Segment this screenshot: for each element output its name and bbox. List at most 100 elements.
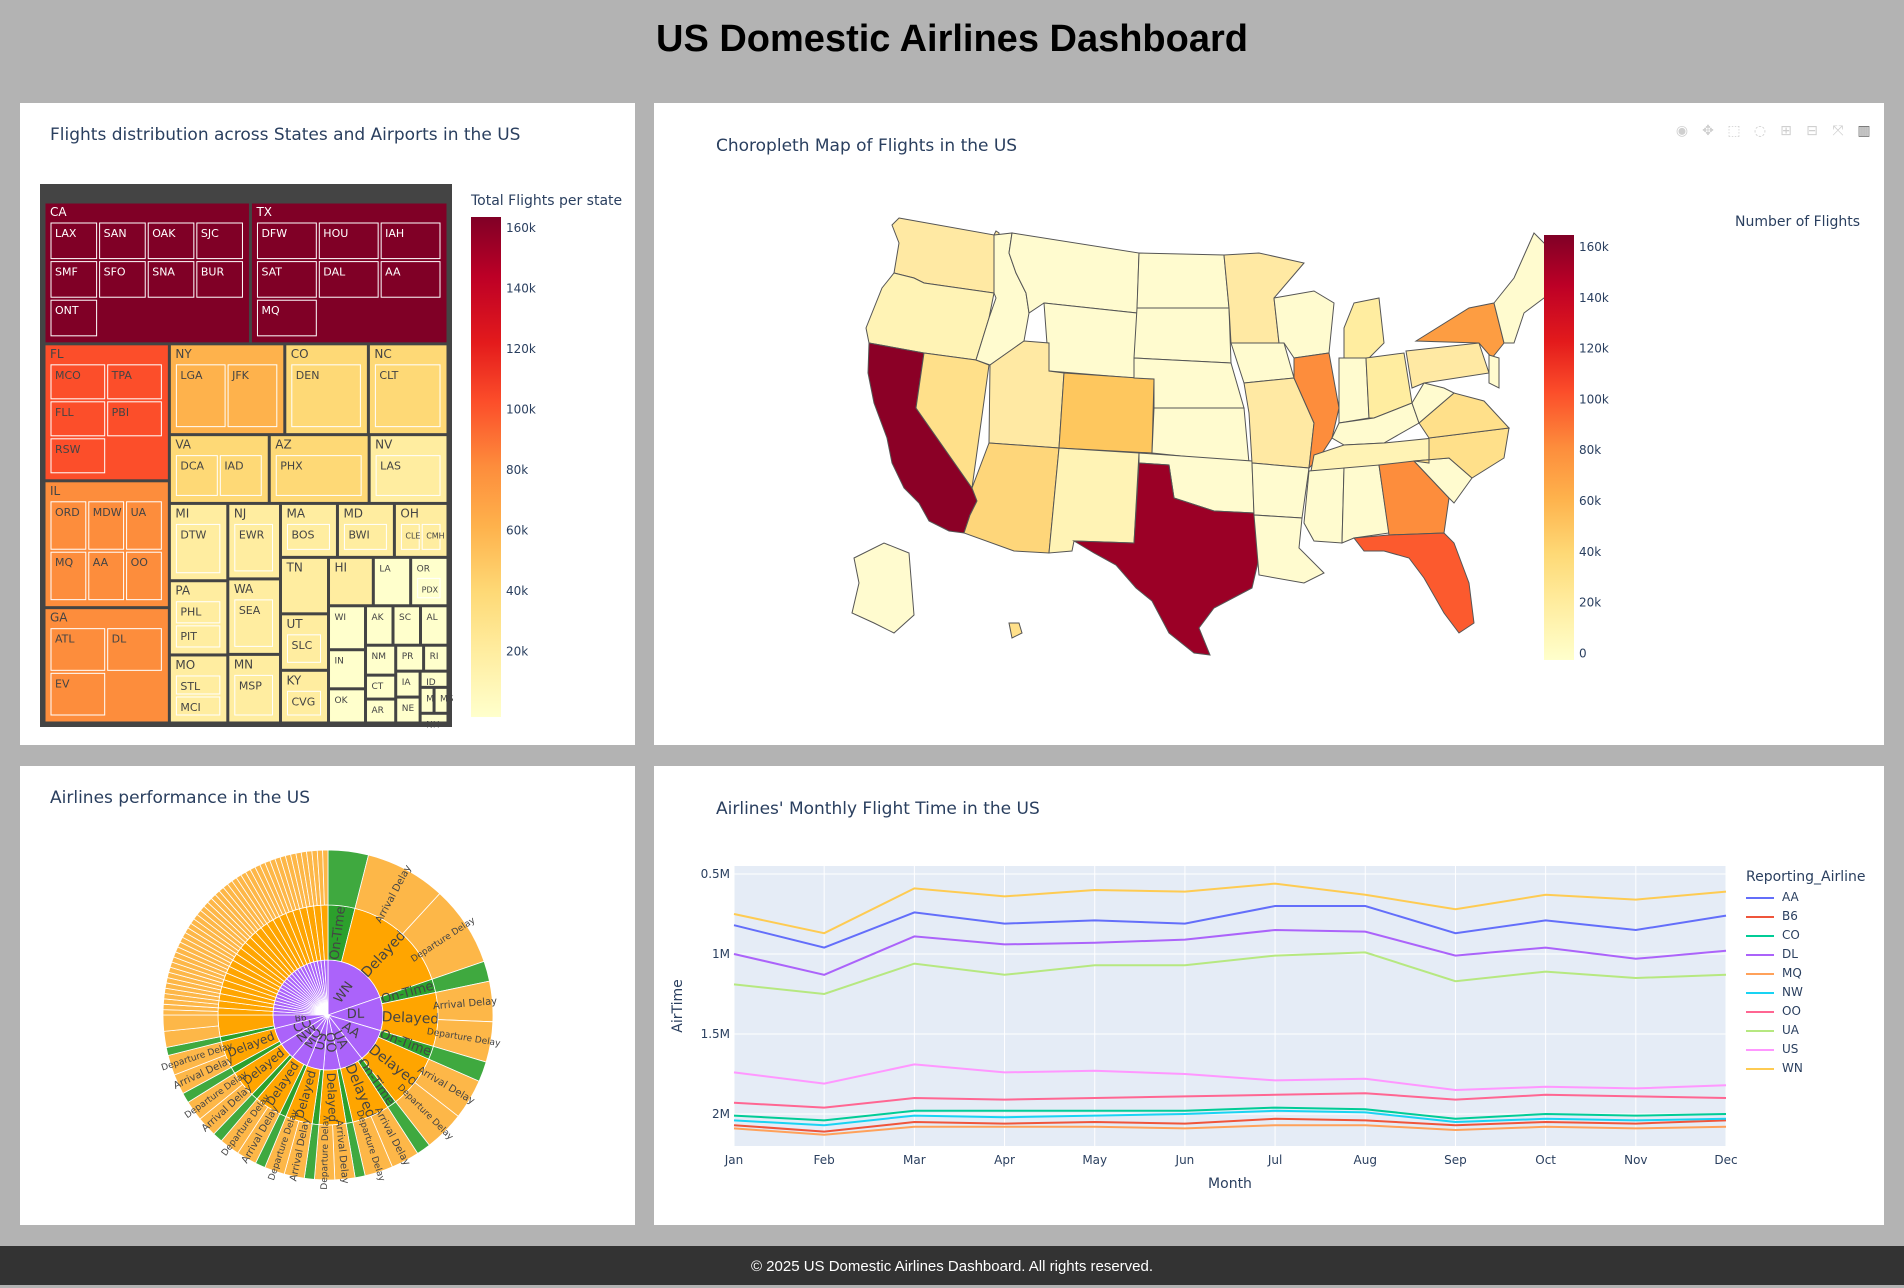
treemap-airport-label: SAN bbox=[104, 227, 127, 240]
treemap-state-label: CA bbox=[50, 205, 67, 219]
treemap-state-label: AZ bbox=[275, 438, 291, 452]
state-co[interactable] bbox=[1058, 372, 1155, 454]
state-hi[interactable] bbox=[1008, 622, 1023, 639]
treemap-airport-label: LGA bbox=[180, 369, 203, 382]
choropleth-colorbar-tick: 20k bbox=[1579, 596, 1601, 610]
treemap-colorbar-tick: 60k bbox=[506, 524, 528, 538]
legend-item-us[interactable]: US bbox=[1746, 1042, 1798, 1057]
treemap-state-label: MA bbox=[286, 506, 305, 520]
state-ak[interactable] bbox=[851, 542, 915, 634]
state-nd[interactable] bbox=[1136, 252, 1230, 309]
y-tick-label: 0.5M bbox=[701, 867, 730, 881]
treemap-state-label: VA bbox=[175, 438, 191, 452]
treemap-state-label: HI bbox=[335, 560, 348, 574]
us-map[interactable] bbox=[851, 217, 1565, 656]
treemap-airport-label: CVG bbox=[291, 695, 315, 708]
choropleth-colorbar-tick: 60k bbox=[1579, 494, 1601, 508]
state-mi[interactable] bbox=[1343, 297, 1385, 362]
sunburst-chart[interactable]: WNOn-Time DelayedArrival DelayDeparture D… bbox=[20, 766, 635, 1225]
treemap-state-label: RI bbox=[430, 652, 439, 662]
choropleth-colorbar-tick: 0 bbox=[1579, 646, 1587, 660]
treemap-state-ok[interactable] bbox=[329, 689, 366, 723]
treemap-state-label: CO bbox=[291, 347, 309, 361]
state-sd[interactable] bbox=[1133, 307, 1232, 364]
treemap-state-label: AL bbox=[427, 613, 438, 623]
sunburst-panel: Airlines performance in the US WN On-Time… bbox=[20, 766, 635, 1225]
choropleth-colorbar bbox=[1544, 235, 1574, 660]
legend-label: AA bbox=[1782, 890, 1799, 904]
treemap-airport-label: SFO bbox=[104, 266, 126, 279]
treemap-airport-label: BOS bbox=[291, 528, 314, 541]
state-ar[interactable] bbox=[1251, 462, 1310, 519]
treemap-airport-label: FLL bbox=[55, 406, 74, 419]
treemap-state-label: NV bbox=[375, 438, 393, 452]
treemap-airport-label: RSW bbox=[55, 443, 81, 456]
state-ms[interactable] bbox=[1303, 467, 1345, 544]
legend-item-dl[interactable]: DL bbox=[1746, 947, 1798, 962]
treemap-airport-label: MQ bbox=[55, 556, 73, 569]
x-axis-title: Month bbox=[1208, 1176, 1252, 1192]
choropleth-colorbar-tick: 120k bbox=[1579, 342, 1609, 356]
treemap-colorbar-tick: 40k bbox=[506, 584, 528, 598]
line-legend-title: Reporting_Airline bbox=[1746, 869, 1866, 885]
treemap-airport-label: HOU bbox=[323, 227, 348, 240]
treemap-airport-label: MQ bbox=[261, 304, 279, 317]
y-tick-label: 2M bbox=[712, 1107, 730, 1121]
state-pa[interactable] bbox=[1405, 342, 1490, 389]
state-in[interactable] bbox=[1338, 357, 1370, 424]
treemap-state-label: WI bbox=[335, 613, 347, 623]
legend-label: B6 bbox=[1782, 909, 1798, 923]
legend-item-b6[interactable]: B6 bbox=[1746, 909, 1798, 924]
treemap-airport-label: PDX bbox=[422, 585, 439, 594]
legend-item-aa[interactable]: AA bbox=[1746, 890, 1799, 905]
treemap-airport-label: SNA bbox=[152, 266, 175, 279]
treemap-airport-label: STL bbox=[180, 680, 201, 693]
state-az[interactable] bbox=[963, 442, 1060, 554]
treemap-state-label: NJ bbox=[234, 506, 247, 520]
treemap-colorbar-title: Total Flights per state bbox=[471, 193, 623, 209]
x-tick-label: Oct bbox=[1535, 1153, 1556, 1167]
legend-swatch bbox=[1746, 915, 1774, 918]
legend-item-co[interactable]: CO bbox=[1746, 928, 1800, 943]
sunburst-delayed-label: Delayed bbox=[381, 1009, 439, 1027]
treemap-airport-label: IAH bbox=[385, 227, 404, 240]
treemap-airport-label: CLE bbox=[405, 531, 420, 540]
x-tick-label: Apr bbox=[994, 1153, 1015, 1167]
treemap-airport-label: PHL bbox=[180, 606, 202, 619]
legend-item-ua[interactable]: UA bbox=[1746, 1023, 1799, 1038]
treemap-state-label: IL bbox=[50, 484, 61, 498]
legend-label: OO bbox=[1782, 1004, 1801, 1018]
choropleth-map[interactable]: 160k 140k 120k 100k 80k 60k 40k 20k 0 bbox=[654, 103, 1884, 745]
state-nm[interactable] bbox=[1048, 447, 1140, 554]
legend-item-oo[interactable]: OO bbox=[1746, 1004, 1801, 1019]
legend-item-mq[interactable]: MQ bbox=[1746, 966, 1802, 981]
treemap-airport-label: DFW bbox=[261, 227, 287, 240]
legend-label: UA bbox=[1782, 1023, 1799, 1037]
state-ia[interactable] bbox=[1230, 342, 1295, 384]
treemap-state-label: OR bbox=[417, 564, 430, 574]
treemap-airport-label: UA bbox=[131, 506, 147, 519]
state-nj[interactable] bbox=[1488, 354, 1500, 389]
state-fl[interactable] bbox=[1353, 532, 1475, 634]
choropleth-colorbar-tick: 140k bbox=[1579, 291, 1609, 305]
legend-item-nw[interactable]: NW bbox=[1746, 985, 1803, 1000]
line-plot-area[interactable] bbox=[734, 866, 1726, 1146]
treemap-airport-label: SLC bbox=[291, 639, 312, 652]
legend-swatch bbox=[1746, 1029, 1774, 1032]
treemap-state-label: IN bbox=[335, 657, 344, 667]
treemap-colorbar-tick: 160k bbox=[506, 221, 536, 235]
treemap-state-label: LA bbox=[379, 564, 391, 574]
state-mt[interactable] bbox=[1008, 232, 1140, 314]
treemap-state-label: MD bbox=[343, 506, 363, 520]
treemap-state-label: KY bbox=[286, 673, 301, 687]
legend-label: NW bbox=[1782, 985, 1803, 999]
legend-swatch bbox=[1746, 953, 1774, 956]
treemap-airport-label: SMF bbox=[55, 266, 78, 279]
line-chart[interactable]: Jan Feb Mar Apr May Jun Jul Aug Sep Oct Nov Dec 2M 1.… bbox=[654, 766, 1884, 1225]
treemap-airport-label: EV bbox=[55, 677, 70, 690]
treemap-airport-label: CLT bbox=[379, 369, 398, 382]
treemap-state-label: MO bbox=[175, 658, 195, 672]
legend-item-wn[interactable]: WN bbox=[1746, 1061, 1803, 1076]
x-tick-label: Dec bbox=[1714, 1153, 1737, 1167]
state-wy[interactable] bbox=[1043, 302, 1138, 379]
